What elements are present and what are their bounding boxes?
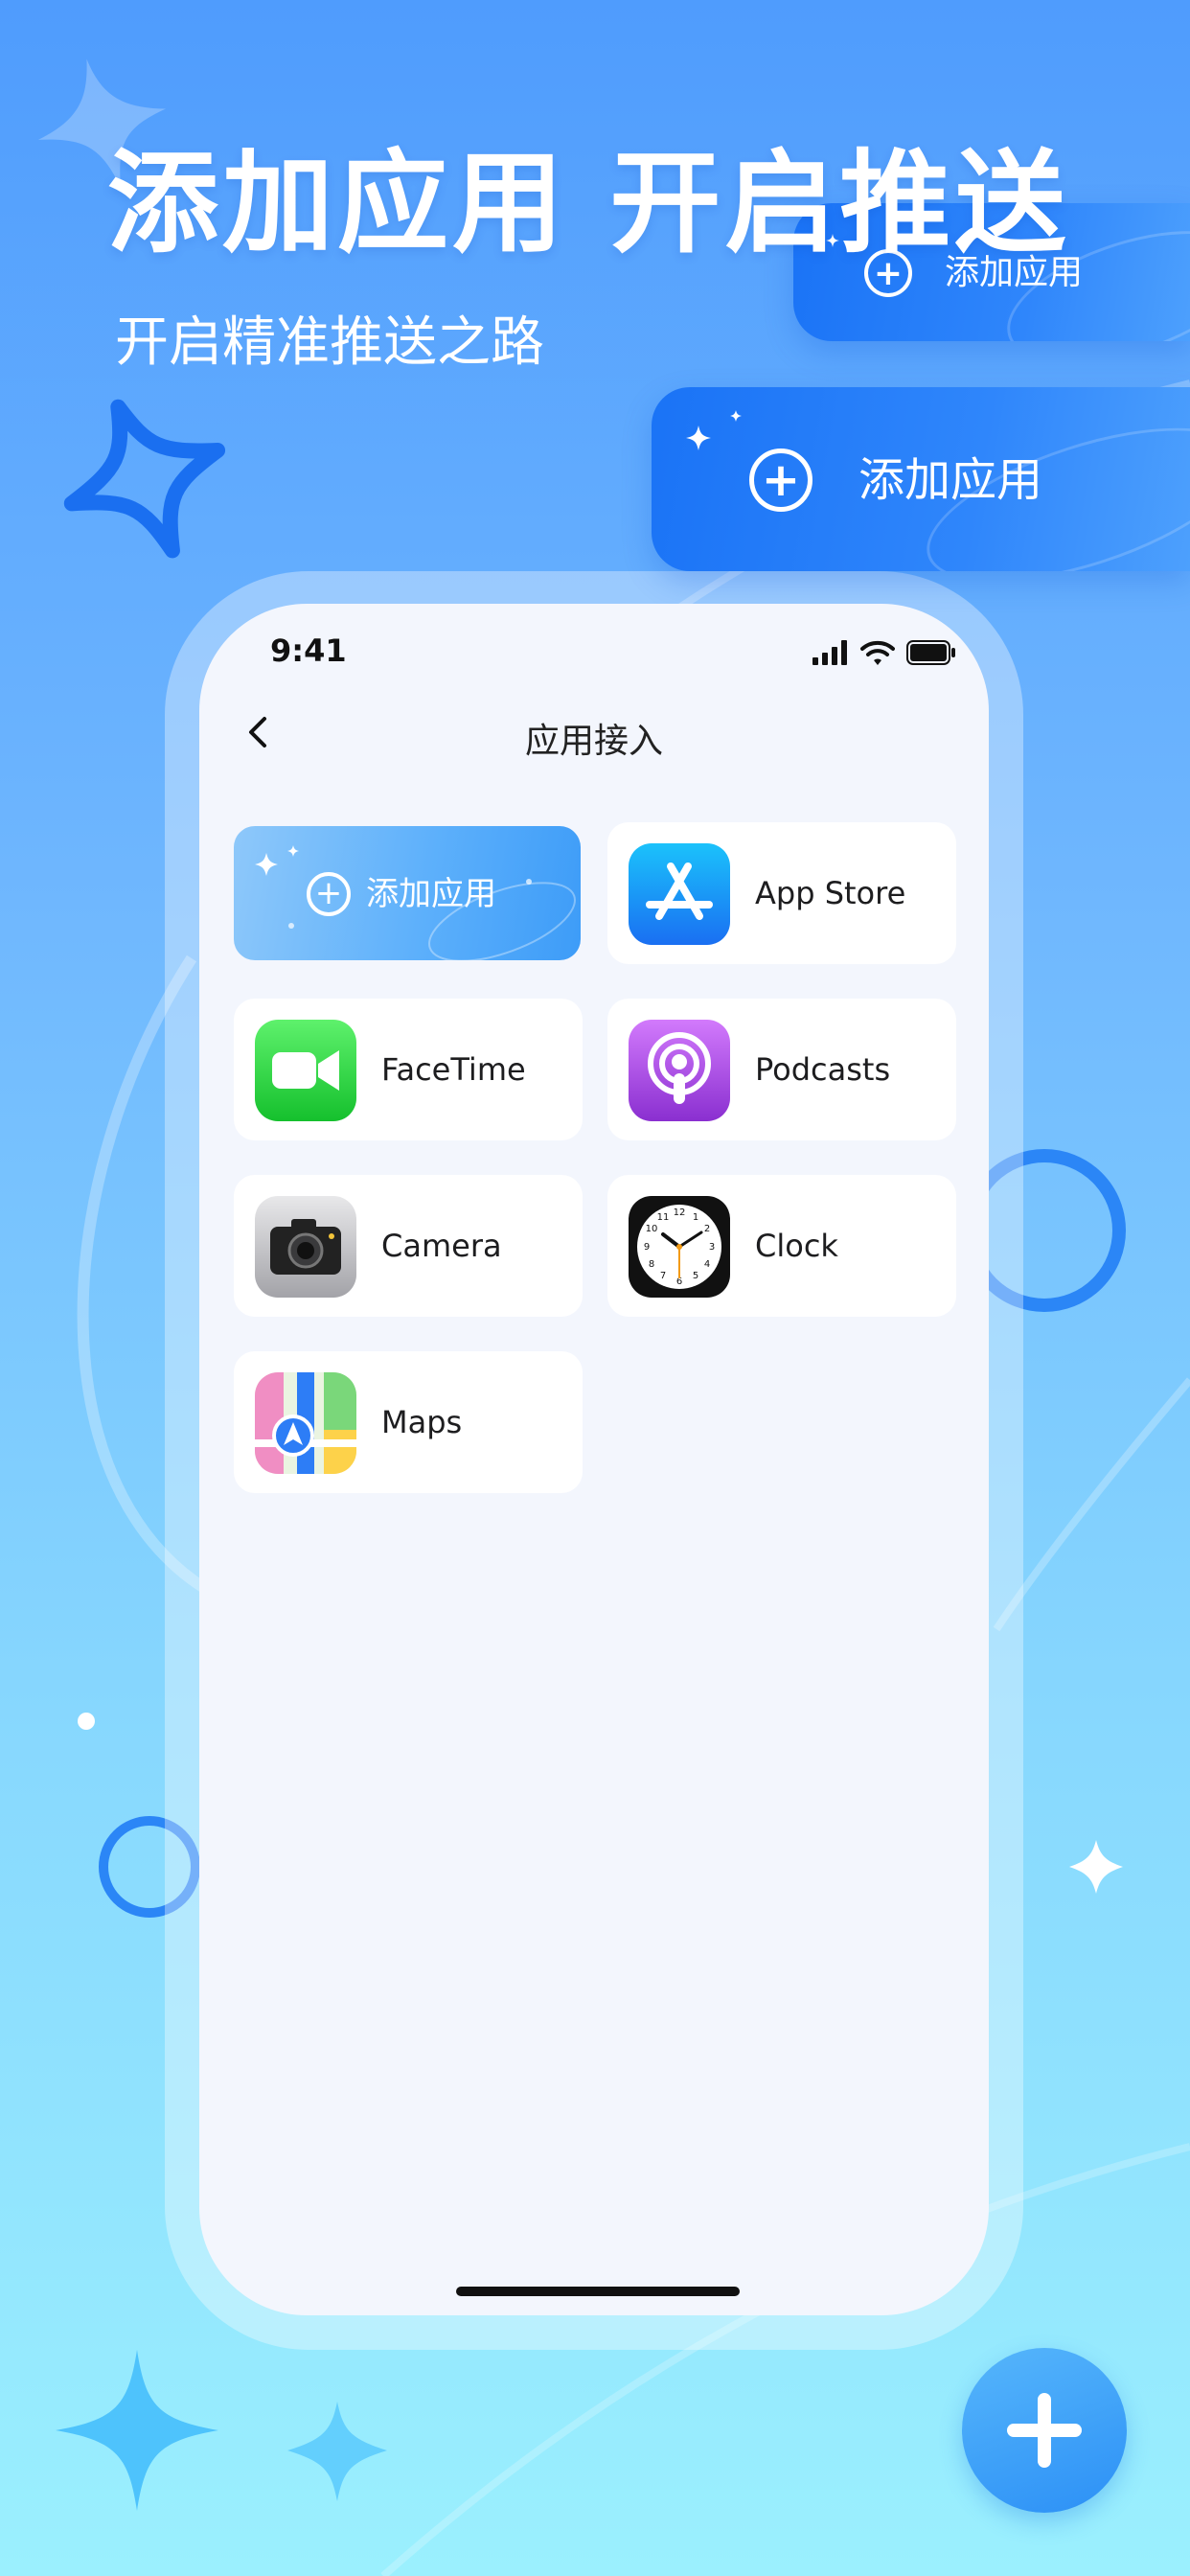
app-card-camera[interactable]: Camera xyxy=(234,1175,583,1317)
app-name: Clock xyxy=(755,1228,838,1264)
signal-icon xyxy=(812,640,847,665)
app-card-app-store[interactable]: App Store xyxy=(607,822,956,964)
floating-card-label: 添加应用 xyxy=(858,453,1043,507)
phone-screen: 9:41 应用接入 + 添加应用 App Store FaceTime Podc… xyxy=(199,604,989,2315)
svg-text:9: 9 xyxy=(644,1242,650,1253)
svg-text:1: 1 xyxy=(693,1212,698,1223)
status-icons xyxy=(812,638,956,667)
maps-icon xyxy=(255,1372,356,1474)
facetime-icon xyxy=(255,1020,356,1121)
svg-text:8: 8 xyxy=(649,1259,654,1270)
plus-icon xyxy=(1007,2393,1082,2468)
svg-text:7: 7 xyxy=(660,1271,666,1281)
page-title: 应用接入 xyxy=(524,722,663,761)
app-card-podcasts[interactable]: Podcasts xyxy=(607,999,956,1140)
sparkle-icon xyxy=(686,426,711,450)
svg-text:12: 12 xyxy=(674,1208,686,1218)
clock-icon: 12 1 2 345 678 9 10 11 xyxy=(629,1196,730,1298)
svg-text:10: 10 xyxy=(646,1224,658,1234)
app-name: Maps xyxy=(381,1404,463,1440)
add-button[interactable] xyxy=(962,2348,1127,2513)
app-name: Podcasts xyxy=(755,1051,891,1088)
add-app-label: 添加应用 xyxy=(366,875,496,913)
app-name: App Store xyxy=(755,875,906,911)
floating-add-app-card-large: + 添加应用 xyxy=(652,387,1190,571)
app-name: FaceTime xyxy=(381,1051,526,1088)
svg-text:4: 4 xyxy=(704,1259,710,1270)
app-card-facetime[interactable]: FaceTime xyxy=(234,999,583,1140)
svg-text:2: 2 xyxy=(704,1224,710,1234)
svg-text:3: 3 xyxy=(709,1242,715,1253)
hero-subhead: 开启精准推送之路 xyxy=(115,311,544,374)
plus-circle-icon: + xyxy=(307,872,351,916)
home-indicator xyxy=(456,2287,740,2296)
wifi-icon xyxy=(860,640,895,665)
app-store-icon xyxy=(629,843,730,945)
add-app-button[interactable]: + 添加应用 xyxy=(234,826,581,960)
app-name: Camera xyxy=(381,1228,502,1264)
hero-headline: 添加应用 开启推送 xyxy=(107,139,1070,268)
camera-icon xyxy=(255,1196,356,1298)
app-card-clock[interactable]: 12 1 2 345 678 9 10 11 Clock xyxy=(607,1175,956,1317)
battery-icon xyxy=(906,640,955,665)
plus-circle-icon: + xyxy=(749,448,812,512)
status-time: 9:41 xyxy=(270,632,347,669)
sparkle-icon xyxy=(730,410,742,422)
podcasts-icon xyxy=(629,1020,730,1121)
app-card-maps[interactable]: Maps xyxy=(234,1351,583,1493)
svg-text:11: 11 xyxy=(657,1212,670,1223)
svg-text:5: 5 xyxy=(693,1271,698,1281)
